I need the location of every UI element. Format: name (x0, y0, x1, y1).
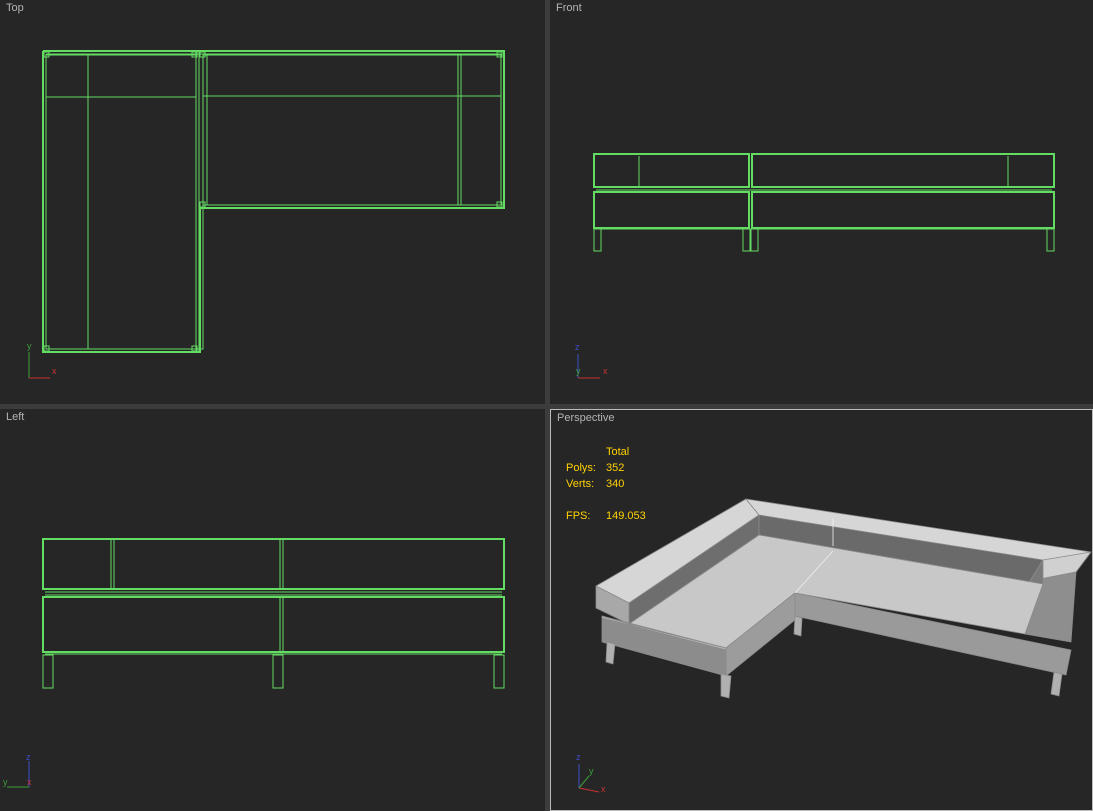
axis-label-x: x (52, 366, 57, 376)
axis-tripod-perspective: z x y (576, 752, 606, 794)
axis-tripod-left: z x y (3, 752, 32, 788)
viewport-top[interactable]: Top y x (0, 0, 545, 404)
axis-label-x: x (603, 366, 608, 376)
axis-tripod-top: y x (27, 341, 57, 379)
axis-label-y: y (589, 766, 594, 776)
viewport-front[interactable]: Front z x y (550, 0, 1093, 404)
axis-label-x: x (27, 777, 32, 787)
viewport-perspective[interactable]: Perspective Total Polys: 352 Verts: 340 FP… (550, 409, 1093, 811)
axis-label-y: y (576, 366, 581, 376)
axis-label-x: x (601, 784, 606, 794)
axis-tripod-front: z x y (575, 342, 608, 379)
axis-label-y: y (3, 777, 8, 787)
axis-label-z: z (26, 752, 31, 762)
axis-label-z: z (575, 342, 580, 352)
axis-label-z: z (576, 752, 581, 762)
axis-label-y: y (27, 341, 32, 351)
viewport-left[interactable]: Left z x y (0, 409, 545, 811)
